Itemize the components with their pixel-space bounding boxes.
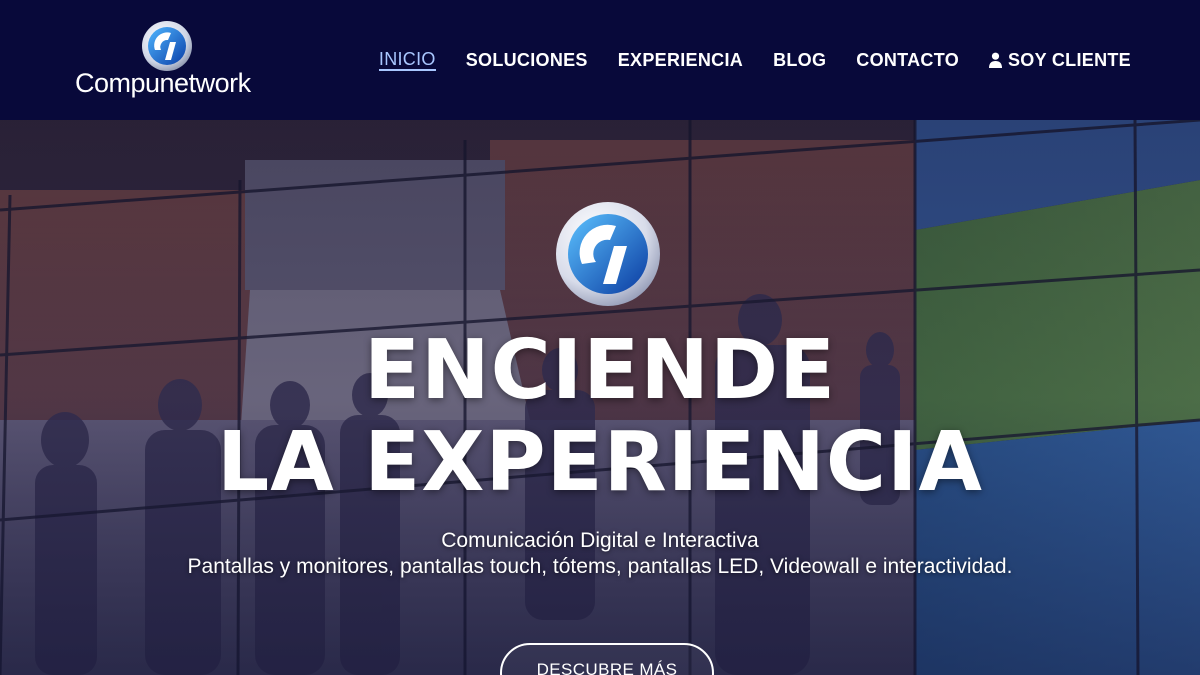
hero-subtitle: Comunicación Digital e Interactiva Panta… — [0, 528, 1200, 580]
nav-item-experiencia[interactable]: EXPERIENCIA — [618, 48, 743, 72]
hero-section: ENCIENDE LA EXPERIENCIA Comunicación Dig… — [0, 120, 1200, 675]
hero-title-line-1: ENCIENDE — [363, 323, 837, 418]
compunetwork-logo-icon — [142, 21, 192, 71]
compunetwork-emblem-icon — [556, 202, 660, 306]
nav-item-blog[interactable]: BLOG — [773, 48, 826, 72]
site-header: Compunetwork INICIO SOLUCIONES EXPERIENC… — [0, 0, 1200, 120]
nav-item-soy-cliente-label: SOY CLIENTE — [1008, 50, 1131, 70]
nav-item-contacto[interactable]: CONTACTO — [856, 48, 959, 72]
brand-logo[interactable]: Compunetwork — [75, 20, 260, 102]
hero-subtitle-line-2: Pantallas y monitores, pantallas touch, … — [187, 555, 1013, 578]
nav-item-soluciones[interactable]: SOLUCIONES — [466, 48, 588, 72]
hero-title-line-2: LA EXPERIENCIA — [216, 415, 984, 510]
main-nav: INICIO SOLUCIONES EXPERIENCIA BLOG CONTA… — [349, 48, 1131, 72]
user-icon — [989, 52, 1002, 68]
hero-title: ENCIENDE LA EXPERIENCIA — [0, 325, 1200, 509]
discover-more-button[interactable]: DESCUBRE MÁS — [500, 643, 714, 675]
brand-name: Compunetwork — [75, 68, 251, 98]
nav-item-soy-cliente[interactable]: SOY CLIENTE — [989, 48, 1131, 72]
nav-item-inicio[interactable]: INICIO — [378, 49, 436, 71]
hero-subtitle-line-1: Comunicación Digital e Interactiva — [441, 529, 759, 552]
